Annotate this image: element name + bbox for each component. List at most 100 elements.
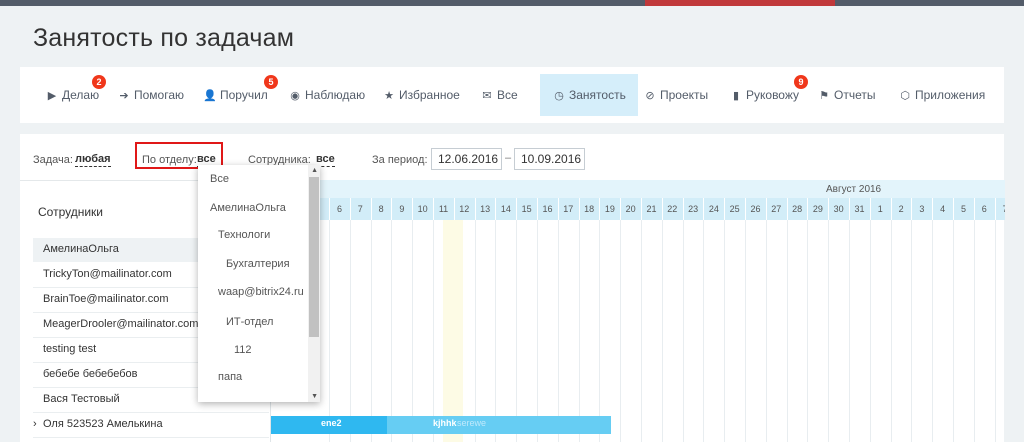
day-cell: 19 bbox=[599, 198, 619, 220]
date-separator: – bbox=[505, 152, 512, 164]
day-cell: 8 bbox=[370, 198, 391, 220]
scrollbar-thumb[interactable] bbox=[309, 177, 319, 337]
grid-line bbox=[973, 220, 975, 442]
count-badge: 2 bbox=[92, 75, 106, 89]
date-to-input[interactable]: 10.09.2016 bbox=[514, 148, 585, 170]
day-cell: 15 bbox=[516, 198, 536, 220]
month-label: Август 2016 bbox=[826, 184, 882, 195]
tab-assigned[interactable]: 👤 Поручил 5 bbox=[203, 67, 278, 123]
grid-line bbox=[807, 220, 809, 442]
grid-line bbox=[703, 220, 705, 442]
dropdown-scrollbar[interactable]: ▲ ▼ bbox=[308, 165, 320, 402]
task-filter-link[interactable]: любая bbox=[75, 153, 111, 167]
day-cell: 10 bbox=[412, 198, 432, 220]
scroll-down-icon[interactable]: ▼ bbox=[311, 393, 318, 400]
day-cell: 12 bbox=[453, 198, 474, 220]
dropdown-option[interactable]: Технологи bbox=[218, 229, 270, 241]
day-cell: 6 bbox=[973, 198, 994, 220]
tab-label: Приложения bbox=[915, 88, 986, 102]
task-bar-label: ene2 bbox=[321, 418, 342, 428]
count-badge: 5 bbox=[264, 75, 278, 89]
tab-helping[interactable]: ➔ Помогаю bbox=[117, 67, 184, 123]
grid-line bbox=[661, 220, 663, 442]
grid-line bbox=[994, 220, 996, 442]
tab-doing[interactable]: ▶ Делаю 2 bbox=[45, 67, 106, 123]
period-label: За период: bbox=[372, 154, 428, 166]
tab-reports[interactable]: ⚑ Отчеты bbox=[817, 67, 875, 123]
day-cell: 5 bbox=[953, 198, 973, 220]
day-cell: 27 bbox=[765, 198, 786, 220]
grid-line bbox=[537, 220, 538, 442]
dropdown-option[interactable]: waap@bitrix24.ru bbox=[218, 286, 304, 298]
tab-label: Занятость bbox=[569, 88, 626, 102]
day-cell: 9 bbox=[391, 198, 411, 220]
day-cell: 21 bbox=[641, 198, 661, 220]
tab-projects[interactable]: ⊘ Проекты bbox=[643, 67, 708, 123]
tab-apps[interactable]: ⬡ Приложения bbox=[898, 67, 985, 123]
dropdown-option[interactable]: ИТ-отдел bbox=[226, 316, 273, 328]
grid-line bbox=[682, 220, 684, 442]
day-cell: 24 bbox=[703, 198, 723, 220]
dropdown-option[interactable]: Все bbox=[210, 173, 229, 185]
eye-icon: ◉ bbox=[290, 89, 300, 102]
dropdown-option[interactable]: папа bbox=[218, 371, 242, 383]
dropdown-option[interactable]: Бухгалтерия bbox=[226, 258, 290, 270]
dropdown-option[interactable]: АмелинаОльга bbox=[210, 202, 286, 214]
day-cell: 4 bbox=[932, 198, 952, 220]
tab-managing[interactable]: ▮ Руковожу 9 bbox=[729, 67, 808, 123]
grid-line bbox=[578, 220, 580, 442]
tab-label: Поручил bbox=[220, 88, 268, 102]
tab-favorites[interactable]: ★ Избранное bbox=[382, 67, 460, 123]
day-cell: 16 bbox=[537, 198, 557, 220]
day-cell: 2 bbox=[890, 198, 911, 220]
day-cell: 18 bbox=[578, 198, 599, 220]
tab-label: Проекты bbox=[660, 88, 709, 102]
grid-line bbox=[849, 220, 850, 442]
month-row: Август 2016 bbox=[271, 180, 1005, 198]
day-cell: 20 bbox=[620, 198, 640, 220]
count-badge: 9 bbox=[794, 75, 808, 89]
scroll-up-icon[interactable]: ▲ bbox=[311, 167, 318, 174]
flag-icon: ⚑ bbox=[819, 89, 829, 102]
filter-bar: Задача: любая По отделу: все Сотрудника:… bbox=[20, 134, 1004, 180]
tab-label: Помогаю bbox=[134, 88, 185, 102]
date-from-input[interactable]: 12.06.2016 bbox=[431, 148, 502, 170]
today-column bbox=[443, 220, 463, 442]
day-cell: 28 bbox=[786, 198, 807, 220]
grid-line bbox=[433, 220, 434, 442]
clock-icon: ◷ bbox=[554, 89, 564, 102]
tab-watching[interactable]: ◉ Наблюдаю bbox=[288, 67, 365, 123]
cube-icon: ⬡ bbox=[900, 89, 910, 102]
day-cell: 23 bbox=[682, 198, 703, 220]
grid-line bbox=[786, 220, 788, 442]
day-cell: 29 bbox=[807, 198, 827, 220]
dept-filter-label: По отделу: bbox=[142, 154, 197, 166]
book-icon: ▮ bbox=[732, 89, 740, 102]
day-cell: 13 bbox=[474, 198, 495, 220]
grid-line bbox=[724, 220, 726, 442]
grid-line bbox=[557, 220, 559, 442]
task-bar[interactable] bbox=[387, 416, 611, 434]
grid-line bbox=[828, 220, 830, 442]
dropdown-option[interactable]: 112 bbox=[234, 344, 252, 356]
day-cell: 14 bbox=[495, 198, 515, 220]
dept-dropdown: ▲ ▼ Все АмелинаОльга Технологи Бухгалтерия w… bbox=[198, 165, 320, 402]
inbox-icon: ✉ bbox=[482, 89, 492, 102]
list-item-expandable[interactable]: › Оля 523523 Амелькина bbox=[33, 412, 269, 438]
days-row: 6 7 8 9 10 11 12 13 14 15 16 17 18 19 20 21 22 23 24 25 26 27… bbox=[271, 198, 1005, 220]
compass-icon: ⊘ bbox=[645, 89, 655, 102]
tab-label: Отчеты bbox=[834, 88, 876, 102]
tab-label: Все bbox=[497, 88, 518, 102]
grid-line bbox=[474, 220, 476, 442]
play-icon: ▶ bbox=[47, 89, 57, 102]
star-icon: ★ bbox=[384, 89, 394, 102]
tab-employment[interactable]: ◷ Занятость bbox=[540, 74, 638, 116]
grid-line bbox=[890, 220, 892, 442]
user-icon: 👤 bbox=[203, 89, 217, 102]
tab-all[interactable]: ✉ Все bbox=[480, 67, 518, 123]
employment-panel: Задача: любая По отделу: все Сотрудника:… bbox=[20, 134, 1005, 442]
group-label: АмелинаОльга bbox=[43, 243, 119, 255]
grid-line bbox=[765, 220, 767, 442]
grid-line bbox=[641, 220, 642, 442]
chevron-right-icon[interactable]: › bbox=[33, 418, 37, 430]
